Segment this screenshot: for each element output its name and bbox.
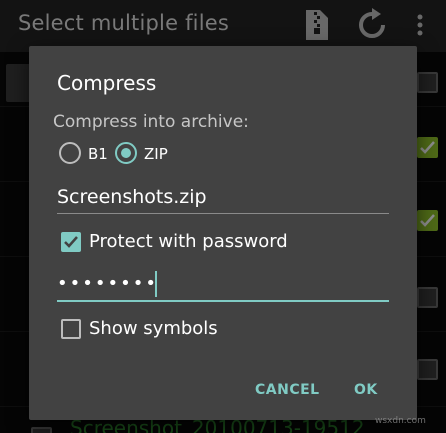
show-symbols-checkbox[interactable] [61,319,81,339]
watermark: wsxdn.com [375,416,426,426]
screen: Select multiple files Screenshot_2010071… [0,0,446,433]
show-symbols-label[interactable]: Show symbols [89,318,218,339]
password-focus-underline [57,300,389,302]
text-cursor [155,271,157,297]
format-radio-b1[interactable] [59,142,81,164]
format-label-zip[interactable]: ZIP [144,145,168,163]
cancel-button[interactable]: CANCEL [255,382,320,398]
password-field[interactable]: •••••••• [57,273,158,294]
protect-password-label[interactable]: Protect with password [89,231,288,252]
archive-name-underline [57,213,389,214]
format-radio-zip[interactable] [115,142,137,164]
protect-password-checkbox[interactable] [61,232,81,252]
archive-name-field[interactable]: Screenshots.zip [57,186,207,208]
ok-button[interactable]: OK [354,382,378,398]
compress-dialog: Compress Compress into archive: B1 ZIP S… [29,46,417,420]
format-label-b1[interactable]: B1 [88,145,108,163]
compress-into-label: Compress into archive: [53,112,249,132]
dialog-title: Compress [57,71,157,95]
